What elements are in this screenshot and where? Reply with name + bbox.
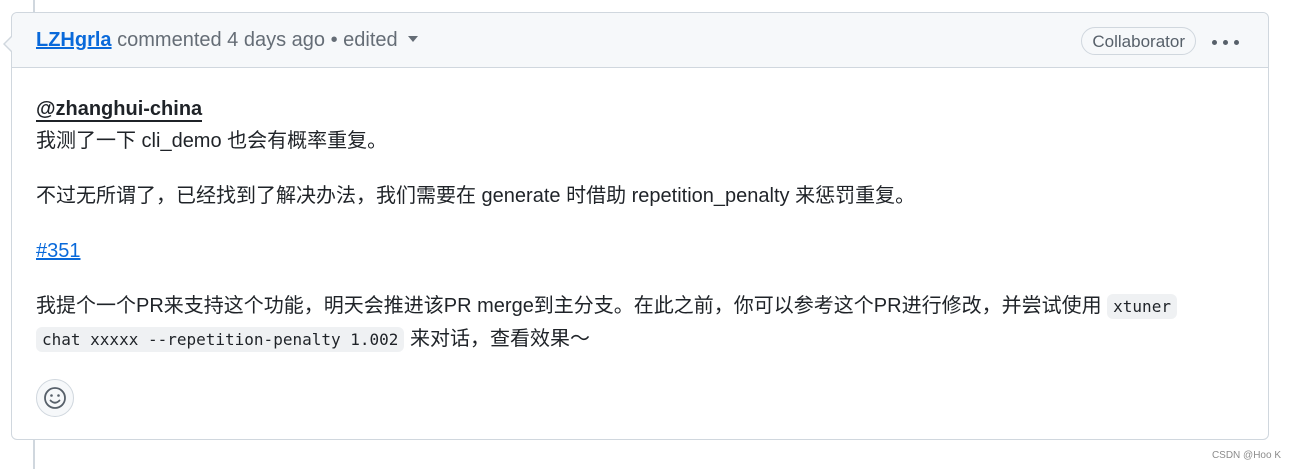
body-line-1: 我测了一下 cli_demo 也会有概率重复。 [36, 130, 388, 152]
collaborator-badge: Collaborator [1081, 27, 1196, 55]
add-reaction-button[interactable] [36, 379, 74, 417]
inline-code-2: chat xxxxx --repetition-penalty 1.002 [36, 327, 405, 352]
comment-time[interactable]: commented 4 days ago [117, 29, 325, 51]
edited-label[interactable]: edited [343, 29, 398, 51]
body-line-2: 不过无所谓了，已经找到了解决办法，我们需要在 generate 时借助 repe… [36, 185, 916, 207]
inline-code-1: xtuner [1107, 294, 1177, 319]
body-line-4: 我提个一个PR来支持这个功能，明天会推进该PR merge到主分支。在此之前，你… [36, 290, 1236, 356]
separator: • [330, 29, 338, 51]
watermark: CSDN @Hoo K [1211, 450, 1281, 461]
smiley-icon [44, 387, 66, 409]
user-mention[interactable]: @zhanghui-china [36, 98, 203, 122]
author-link[interactable]: LZHgrla [36, 29, 112, 51]
body-line-4-text: 我提个一个PR来支持这个功能，明天会推进该PR merge到主分支。在此之前，你… [36, 295, 1108, 317]
edited-dropdown[interactable]: edited [343, 29, 418, 51]
kebab-horizontal-icon[interactable] [1212, 40, 1240, 46]
comment-header-meta: LZHgrla commented 4 days ago • edited [36, 29, 418, 52]
comment-box: LZHgrla commented 4 days ago • edited Co… [3, 12, 1269, 440]
comment-header: LZHgrla commented 4 days ago • edited Co… [12, 13, 1268, 68]
triangle-down-icon[interactable] [407, 35, 418, 42]
issue-reference-link[interactable]: #351 [36, 240, 81, 262]
body-line-4-tail: 来对话，查看效果～ [404, 328, 590, 350]
